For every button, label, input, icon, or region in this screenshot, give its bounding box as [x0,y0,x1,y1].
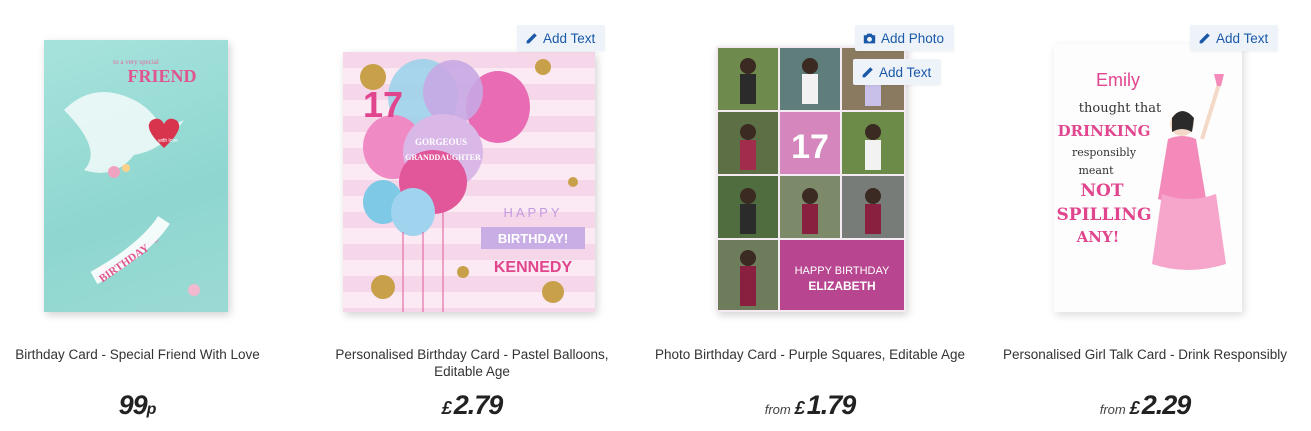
svg-text:BIRTHDAY!: BIRTHDAY! [498,231,568,246]
product-image-girl-talk[interactable]: Emily thought that DRINKING responsibly … [1054,44,1242,312]
svg-text:ELIZABETH: ELIZABETH [808,279,875,293]
svg-text:ANY!: ANY! [1076,228,1120,246]
product-card[interactable]: 17 GORGEOUS GRANDDAUGHTER HAPPY BIRTHDAY… [316,0,628,431]
svg-text:with love: with love [158,138,178,144]
price-amount: 2.79 [453,390,504,420]
svg-text:NOT: NOT [1081,181,1124,201]
svg-text:to a very special: to a very special [113,58,159,66]
product-image-special-friend[interactable]: to a very special FRIEND with love on yo… [44,40,228,312]
price-currency: £ [794,398,805,418]
svg-text:thought that: thought that [1079,101,1162,116]
add-text-button[interactable]: Add Text [517,25,606,51]
price-pence-suffix: p [146,401,157,418]
svg-text:KENNEDY: KENNEDY [494,259,573,276]
product-price: 99p [0,390,275,421]
svg-text:DRINKING: DRINKING [1058,122,1151,140]
add-text-button[interactable]: Add Text [853,59,942,85]
add-photo-button[interactable]: Add Photo [855,25,955,51]
card-artwork: 17 HAPPY BIRTHDAY ELIZABETH [718,48,904,310]
product-price: £2.79 [316,390,628,421]
product-card[interactable]: to a very special FRIEND with love on yo… [0,0,275,431]
pencil-icon [526,32,537,43]
svg-text:17: 17 [363,84,403,125]
price-currency: £ [441,398,452,418]
price-from-label: from [1099,402,1126,417]
product-image-purple-squares[interactable]: 17 HAPPY BIRTHDAY ELIZABETH [716,46,906,312]
add-text-label: Add Text [1216,30,1269,46]
product-title[interactable]: Personalised Girl Talk Card - Drink Resp… [985,346,1305,363]
svg-text:FRIEND: FRIEND [127,66,196,86]
product-title[interactable]: Personalised Birthday Card - Pastel Ball… [316,346,628,380]
card-artwork: Emily thought that DRINKING responsibly … [1057,70,1226,270]
svg-text:GRANDDAUGHTER: GRANDDAUGHTER [405,153,481,162]
svg-text:meant: meant [1078,164,1114,177]
product-card[interactable]: Emily thought that DRINKING responsibly … [985,0,1305,431]
add-text-label: Add Text [543,30,596,46]
product-price: from £1.79 [645,390,975,421]
price-currency: £ [1129,398,1140,418]
card-artwork: 17 GORGEOUS GRANDDAUGHTER HAPPY BIRTHDAY… [360,59,585,312]
product-title[interactable]: Photo Birthday Card - Purple Squares, Ed… [645,346,975,363]
add-text-label: Add Text [879,64,932,80]
svg-text:Emily: Emily [1096,70,1140,90]
svg-text:17: 17 [791,128,829,166]
pencil-icon [1199,32,1210,43]
svg-text:HAPPY: HAPPY [503,205,562,220]
price-amount: 99 [118,390,148,420]
camera-icon [863,33,876,43]
product-title[interactable]: Birthday Card - Special Friend With Love [0,346,275,363]
svg-text:GORGEOUS: GORGEOUS [415,137,467,147]
card-artwork: to a very special FRIEND with love on yo… [64,58,200,296]
svg-text:responsibly: responsibly [1072,146,1137,159]
pencil-icon [862,66,873,77]
add-text-button[interactable]: Add Text [1190,25,1279,51]
product-price: from £2.29 [985,390,1305,421]
price-from-label: from [764,402,791,417]
product-card[interactable]: 17 HAPPY BIRTHDAY ELIZABETH Add Photo Ad… [645,0,975,431]
add-photo-label: Add Photo [881,30,945,46]
product-image-pastel-balloons[interactable]: 17 GORGEOUS GRANDDAUGHTER HAPPY BIRTHDAY… [343,52,595,312]
price-amount: 1.79 [806,390,857,420]
svg-text:SPILLING: SPILLING [1057,205,1152,225]
svg-text:HAPPY BIRTHDAY: HAPPY BIRTHDAY [795,265,890,277]
price-amount: 2.29 [1141,390,1192,420]
